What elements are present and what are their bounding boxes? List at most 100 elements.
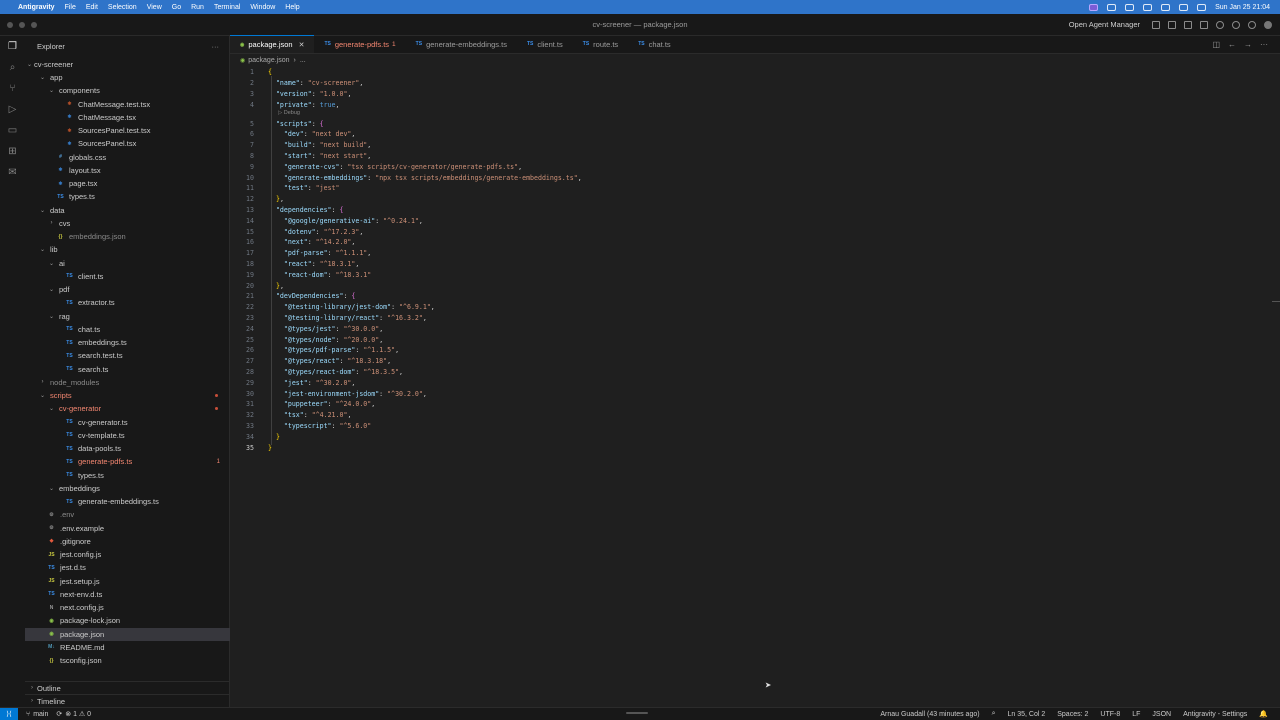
menu-help[interactable]: Help: [285, 4, 299, 11]
tree-file[interactable]: ◆ .gitignore: [25, 535, 230, 548]
tab-package-json[interactable]: ◉ package.json ✕: [230, 35, 315, 53]
go-back-icon[interactable]: ←: [1228, 40, 1236, 49]
tab-client[interactable]: TS client.ts: [517, 35, 573, 53]
tree-file[interactable]: ◉ package-lock.json: [25, 614, 230, 627]
app-menu[interactable]: Antigravity: [18, 4, 55, 11]
close-window-button[interactable]: [7, 21, 13, 28]
tree-file[interactable]: TS generate-pdfs.ts 1: [25, 455, 230, 468]
outline-section[interactable]: › Outline: [25, 681, 230, 694]
tab-chat[interactable]: TS chat.ts: [628, 35, 680, 53]
tree-file[interactable]: JS jest.config.js: [25, 548, 230, 561]
tree-file[interactable]: JS jest.setup.js: [25, 575, 230, 588]
search-icon[interactable]: [1216, 20, 1224, 29]
indentation[interactable]: Spaces: 2: [1057, 711, 1088, 718]
tab-route[interactable]: TS route.ts: [573, 35, 628, 53]
gear-icon[interactable]: [1232, 20, 1240, 29]
menu-go[interactable]: Go: [172, 4, 181, 11]
tree-file[interactable]: ⚛ layout.tsx: [25, 164, 230, 177]
settings-link[interactable]: Antigravity - Settings: [1183, 711, 1247, 718]
tree-file[interactable]: ⚛ page.tsx: [25, 177, 230, 190]
tree-root[interactable]: ⌄ cv-screener: [25, 58, 230, 71]
tree-file[interactable]: TS next-env.d.ts: [25, 588, 230, 601]
tree-file[interactable]: ⚛ SourcesPanel.tsx: [25, 137, 230, 150]
tree-file[interactable]: TS embeddings.ts: [25, 336, 230, 349]
timeline-section[interactable]: › Timeline: [25, 694, 230, 707]
menu-window[interactable]: Window: [250, 4, 275, 11]
zoom-window-button[interactable]: [31, 21, 37, 28]
tab-generate-embeddings[interactable]: TS generate-embeddings.ts: [406, 35, 517, 53]
source-control-icon[interactable]: ⑂: [7, 82, 19, 94]
menu-view[interactable]: View: [147, 4, 162, 11]
tree-folder[interactable]: ⌄ components: [25, 84, 230, 97]
menu-file[interactable]: File: [65, 4, 76, 11]
encoding[interactable]: UTF-8: [1100, 711, 1120, 718]
end-of-line[interactable]: LF: [1132, 711, 1140, 718]
tree-file[interactable]: TS types.ts: [25, 190, 230, 203]
tray-icon[interactable]: [1143, 3, 1153, 11]
toggle-secondary-sidebar-icon[interactable]: [1184, 20, 1192, 29]
avatar[interactable]: [1264, 20, 1272, 29]
tree-file[interactable]: TS search.test.ts: [25, 349, 230, 362]
tray-icon[interactable]: [1107, 3, 1117, 11]
tree-file[interactable]: TS search.ts: [25, 363, 230, 376]
open-agent-manager-button[interactable]: Open Agent Manager: [1069, 20, 1140, 29]
extensions-icon[interactable]: ⊞: [7, 145, 19, 157]
tree-folder[interactable]: ⌄ scripts: [25, 389, 230, 402]
git-blame[interactable]: Arnau Guadall (43 minutes ago): [880, 711, 979, 718]
menu-edit[interactable]: Edit: [86, 4, 98, 11]
tree-file[interactable]: ◉ package.json: [25, 627, 230, 641]
tree-file[interactable]: ⚛ ChatMessage.tsx: [25, 111, 230, 124]
go-forward-icon[interactable]: →: [1244, 40, 1252, 49]
close-icon[interactable]: ✕: [299, 41, 305, 49]
tree-folder[interactable]: ⌄ lib: [25, 243, 230, 256]
tree-folder[interactable]: › node_modules: [25, 376, 230, 389]
problems-indicator[interactable]: ⟳ ⊗ 1 ⚠ 0: [56, 710, 91, 718]
recording-icon[interactable]: [1089, 3, 1099, 11]
split-editor-icon[interactable]: ◫: [1212, 40, 1220, 49]
search-icon[interactable]: ⌕: [7, 61, 19, 73]
language-mode[interactable]: JSON: [1152, 711, 1171, 718]
tree-file[interactable]: TS jest.d.ts: [25, 561, 230, 574]
branch-indicator[interactable]: ⑂ main: [26, 711, 48, 718]
tree-file[interactable]: ⚙ .env.example: [25, 522, 230, 535]
menu-terminal[interactable]: Terminal: [214, 4, 240, 11]
tree-file[interactable]: TS cv-generator.ts: [25, 416, 230, 429]
toggle-sidebar-icon[interactable]: [1152, 20, 1160, 29]
tree-file[interactable]: TS cv-template.ts: [25, 429, 230, 442]
tree-folder[interactable]: ⌄ rag: [25, 310, 230, 323]
tree-file[interactable]: ⚛ ChatMessage.test.tsx: [25, 98, 230, 111]
tree-file[interactable]: TS types.ts: [25, 469, 230, 482]
menu-selection[interactable]: Selection: [108, 4, 137, 11]
tray-icon[interactable]: [1125, 3, 1135, 11]
tree-file[interactable]: {} tsconfig.json: [25, 654, 230, 667]
tab-generate-pdfs[interactable]: TS generate-pdfs.ts 1: [314, 35, 405, 53]
tree-file[interactable]: M↓ README.md: [25, 641, 230, 654]
search-icon[interactable]: ⌕: [992, 710, 996, 718]
remote-indicator-icon[interactable]: ⟩⟨: [0, 707, 18, 720]
layout-icon[interactable]: [1200, 20, 1208, 29]
tree-file[interactable]: Nnext.config.js: [25, 601, 230, 614]
tree-file[interactable]: TS client.ts: [25, 270, 230, 283]
tree-folder[interactable]: ⌄ pdf: [25, 283, 230, 296]
tree-file[interactable]: ⚙ .env: [25, 508, 230, 521]
tree-folder[interactable]: ⌄ ai: [25, 257, 230, 270]
notifications-icon[interactable]: 🔔: [1259, 710, 1268, 718]
tree-folder[interactable]: ⌄ data: [25, 204, 230, 217]
code-editor[interactable]: ▷ Debug 1{2 "name": "cv-screener", 3 "ver…: [230, 67, 1280, 707]
run-debug-icon[interactable]: ▷: [7, 103, 19, 115]
tree-file[interactable]: {} embeddings.json: [25, 230, 230, 243]
explorer-icon[interactable]: ❐: [7, 40, 19, 52]
tree-file[interactable]: TS data-pools.ts: [25, 442, 230, 455]
tree-file[interactable]: TS chat.ts: [25, 323, 230, 336]
menu-run[interactable]: Run: [191, 4, 204, 11]
tree-folder[interactable]: ⌄ cv-generator: [25, 402, 230, 415]
panel-resize-handle[interactable]: [626, 712, 648, 714]
minimize-window-button[interactable]: [19, 21, 25, 28]
tree-folder[interactable]: ⌄ app: [25, 71, 230, 84]
more-actions-icon[interactable]: ···: [212, 42, 220, 51]
remote-explorer-icon[interactable]: ▭: [7, 124, 19, 136]
tree-file[interactable]: ⚛ SourcesPanel.test.tsx: [25, 124, 230, 137]
tray-icon[interactable]: [1161, 3, 1171, 11]
more-actions-icon[interactable]: ···: [1260, 40, 1268, 49]
mail-icon[interactable]: ✉: [7, 166, 19, 178]
